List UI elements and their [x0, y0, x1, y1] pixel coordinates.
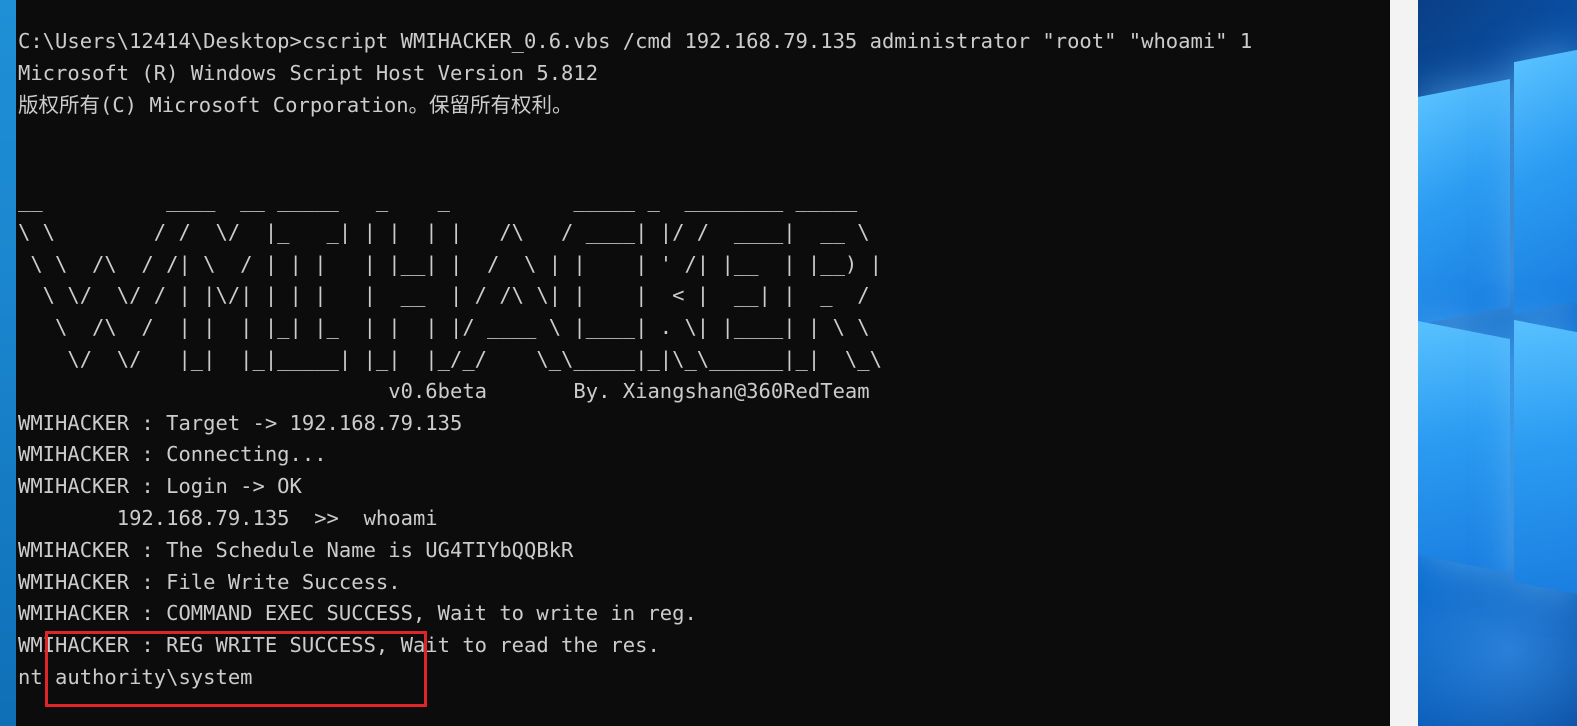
screenshot-stage: C:\Users\12414\Desktop>cscript WMIHACKER… [0, 0, 1577, 726]
ascii-banner-line-1: __ ____ __ _____ _ _ _____ _ ________ __… [18, 187, 858, 212]
console-line-file-write: WMIHACKER : File Write Success. [18, 569, 401, 594]
console-line-connecting: WMIHACKER : Connecting... [18, 442, 327, 467]
banner-version-credit: v0.6beta By. Xiangshan@360RedTeam [18, 378, 870, 403]
console-line-reg-write: WMIHACKER : REG WRITE SUCCESS, Wait to r… [18, 633, 660, 658]
windows-logo-pane [1514, 319, 1577, 595]
ascii-banner-line-4: \ \/ \/ / | |\/| | | | | __ | / /\ \| | … [18, 283, 870, 308]
window-scrollbar-track[interactable] [1390, 0, 1418, 726]
ascii-banner-line-5: \ /\ / | | | |_| |_ | | | |/ ____ \ |___… [18, 315, 870, 340]
console-line-schedule-name: WMIHACKER : The Schedule Name is UG4TIYb… [18, 537, 574, 562]
console-line-copyright: 版权所有(C) Microsoft Corporation。保留所有权利。 [18, 92, 573, 117]
console-line-login: WMIHACKER : Login -> OK [18, 474, 302, 499]
console-line-command-exec: WMIHACKER : COMMAND EXEC SUCCESS, Wait t… [18, 601, 697, 626]
windows-logo-pane [1514, 49, 1577, 315]
console-line-target: WMIHACKER : Target -> 192.168.79.135 [18, 410, 463, 435]
console-line-command: C:\Users\12414\Desktop>cscript WMIHACKER… [18, 29, 1253, 53]
desktop-edge-left [0, 0, 16, 726]
desktop-wallpaper [1418, 0, 1577, 726]
console-line-blank [18, 153, 1252, 185]
console-line-result: nt authority\system [18, 664, 253, 689]
windows-logo-pane [1418, 79, 1510, 325]
windows-logo-pane [1418, 321, 1510, 573]
ascii-banner-line-6: \/ \/ |_| |_|_____| |_| |_/_/ \_\_____|_… [18, 346, 882, 371]
console-output: C:\Users\12414\Desktop>cscript WMIHACKER… [18, 26, 1252, 694]
command-prompt-window[interactable]: C:\Users\12414\Desktop>cscript WMIHACKER… [16, 0, 1390, 726]
console-line-remote-command: 192.168.79.135 >> whoami [18, 505, 438, 530]
ascii-banner-line-2: \ \ / / \/ |_ _| | | | | /\ / ____| |/ /… [18, 219, 870, 244]
windows-logo-icon [1418, 0, 1577, 726]
console-line-wsh-version: Microsoft (R) Windows Script Host Versio… [18, 60, 599, 85]
ascii-banner-line-3: \ \ /\ / /| \ / | | | | |__| | / \ | | |… [18, 251, 882, 276]
console-line-blank [18, 121, 1252, 153]
